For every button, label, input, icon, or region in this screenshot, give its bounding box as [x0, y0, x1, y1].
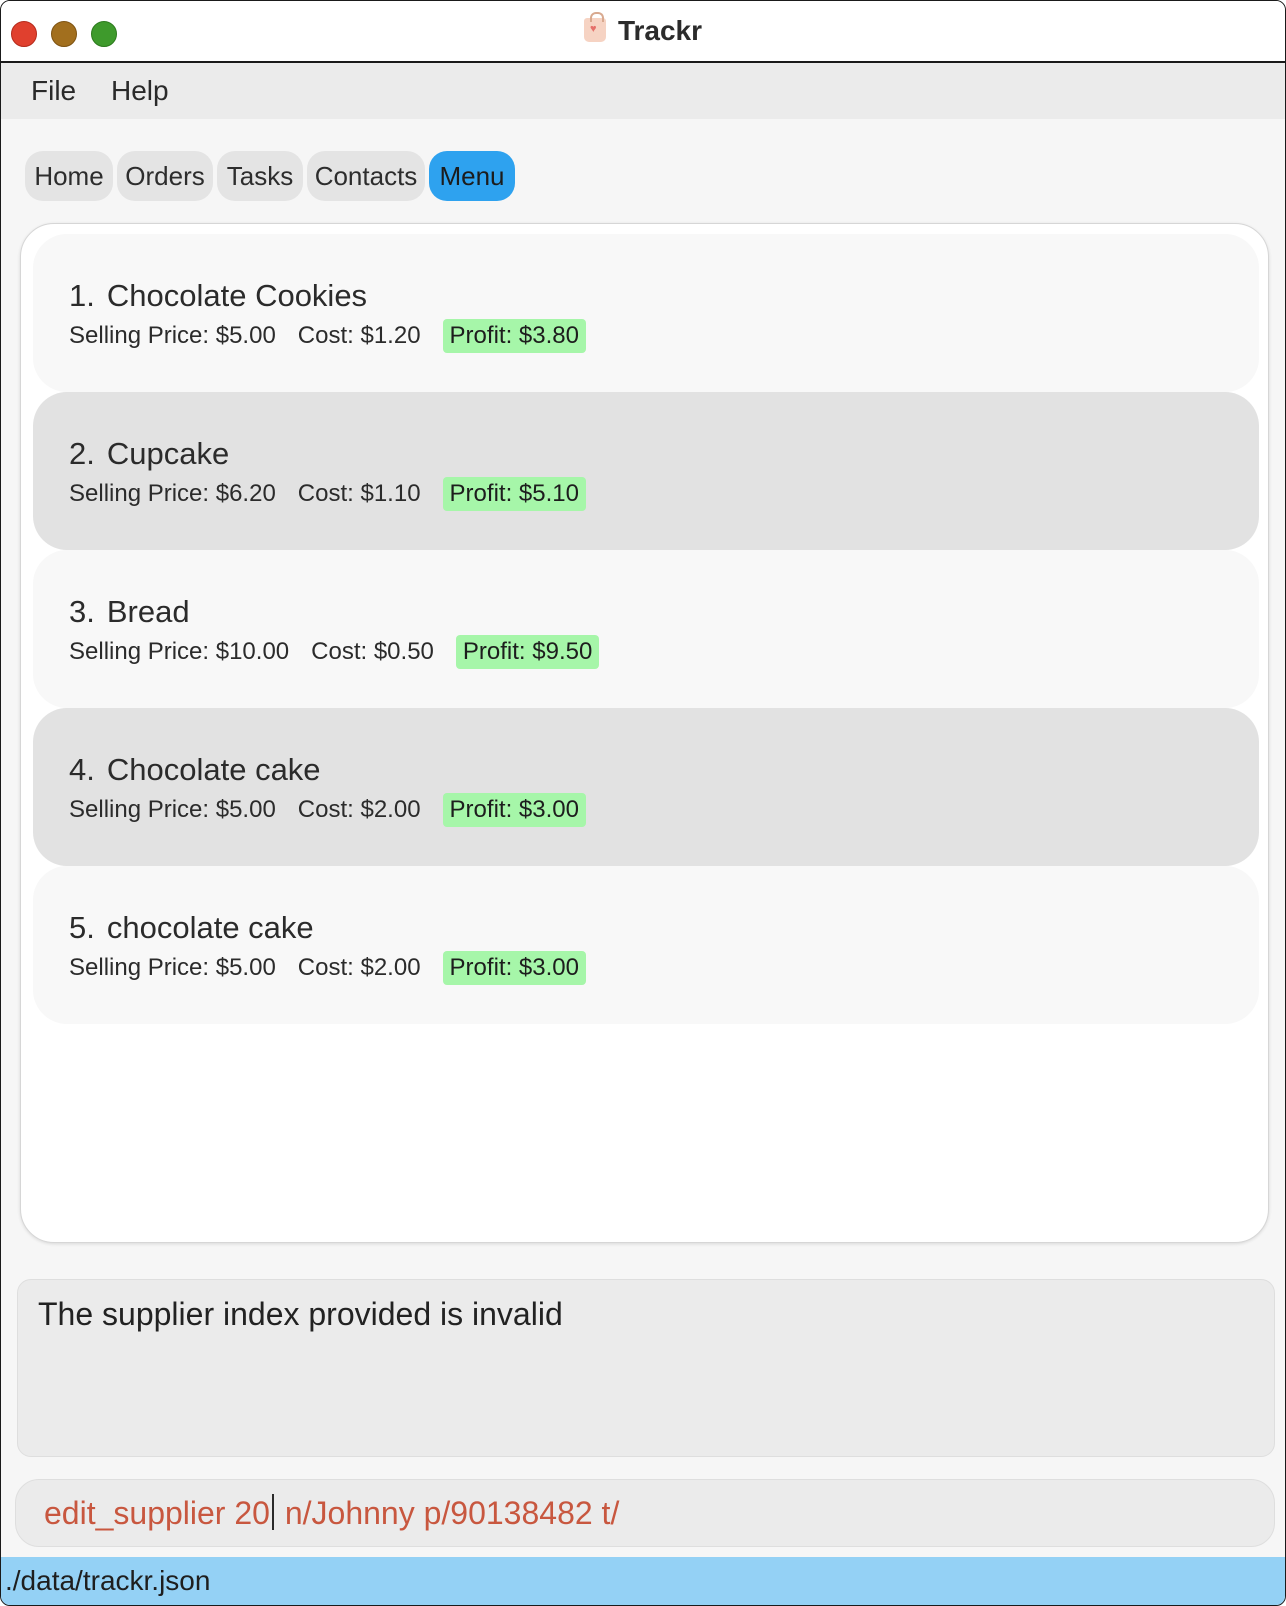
- result-display[interactable]: The supplier index provided is invalid: [17, 1279, 1275, 1457]
- cost: Cost: $1.20: [297, 322, 421, 349]
- list-item[interactable]: 3. Bread Selling Price: $10.00 Cost: $0.5…: [33, 550, 1259, 708]
- shopping-bag-icon: [583, 12, 606, 42]
- command-text-after-cursor: n/Johnny p/90138482 t/: [275, 1495, 620, 1531]
- tab-menu[interactable]: Menu: [429, 151, 515, 201]
- profit-badge: Profit: $3.80: [442, 319, 586, 353]
- cost: Cost: $2.00: [297, 796, 421, 823]
- list-item[interactable]: 2. Cupcake Selling Price: $6.20 Cost: $1.…: [33, 392, 1259, 550]
- item-name: Cupcake: [106, 436, 230, 471]
- profit-badge: Profit: $3.00: [442, 951, 586, 985]
- text-cursor: [271, 1494, 274, 1530]
- item-title: 1. Chocolate Cookies: [69, 278, 367, 314]
- tab-tasks[interactable]: Tasks: [217, 151, 303, 201]
- cost: Cost: $0.50: [311, 638, 434, 665]
- selling-price: Selling Price: $6.20: [69, 480, 276, 507]
- item-details: Selling Price: $5.00 Cost: $2.00 Profit:…: [69, 792, 586, 828]
- command-input[interactable]: edit_supplier 20 n/Johnny p/90138482 t/: [15, 1479, 1275, 1547]
- item-index: 3.: [69, 594, 95, 629]
- item-details: Selling Price: $5.00 Cost: $1.20 Profit:…: [69, 318, 586, 354]
- data-file-path: ./data/trackr.json: [5, 1565, 211, 1596]
- menu-file[interactable]: File: [31, 75, 76, 107]
- item-index: 1.: [69, 278, 95, 313]
- window-title-area: Trackr: [1, 12, 1285, 47]
- selling-price: Selling Price: $5.00: [69, 954, 276, 981]
- title-bar[interactable]: Trackr: [1, 1, 1285, 63]
- item-title: 2. Cupcake: [69, 436, 229, 472]
- item-title: 3. Bread: [69, 594, 190, 630]
- list-item[interactable]: 5. chocolate cake Selling Price: $5.00 Co…: [33, 866, 1259, 1024]
- command-text-before-cursor: edit_supplier 20: [44, 1495, 270, 1531]
- list-item[interactable]: 1. Chocolate Cookies Selling Price: $5.00…: [33, 234, 1259, 392]
- profit-badge: Profit: $5.10: [442, 477, 586, 511]
- selling-price: Selling Price: $5.00: [69, 796, 276, 823]
- item-name: Chocolate cake: [106, 752, 321, 787]
- profit-badge: Profit: $9.50: [455, 635, 600, 669]
- item-details: Selling Price: $6.20 Cost: $1.10 Profit:…: [69, 476, 586, 512]
- item-details: Selling Price: $5.00 Cost: $2.00 Profit:…: [69, 950, 586, 986]
- item-name: Chocolate Cookies: [106, 278, 368, 313]
- item-title: 5. chocolate cake: [69, 910, 314, 946]
- cost: Cost: $1.10: [297, 480, 421, 507]
- status-bar: ./data/trackr.json: [1, 1557, 1285, 1605]
- tab-orders[interactable]: Orders: [117, 151, 213, 201]
- result-message: The supplier index provided is invalid: [38, 1296, 563, 1332]
- app-window: Trackr File Help Home Orders Tasks Conta…: [0, 0, 1286, 1606]
- item-name: chocolate cake: [106, 910, 314, 945]
- list-item[interactable]: 4. Chocolate cake Selling Price: $5.00 Co…: [33, 708, 1259, 866]
- item-details: Selling Price: $10.00 Cost: $0.50 Profit…: [69, 634, 600, 670]
- selling-price: Selling Price: $5.00: [69, 322, 276, 349]
- item-title: 4. Chocolate cake: [69, 752, 321, 788]
- window-title: Trackr: [617, 15, 703, 46]
- item-name: Bread: [106, 594, 190, 629]
- item-index: 5.: [69, 910, 95, 945]
- selling-price: Selling Price: $10.00: [69, 638, 290, 665]
- command-text: edit_supplier 20 n/Johnny p/90138482 t/: [44, 1494, 619, 1532]
- tab-home[interactable]: Home: [25, 151, 113, 201]
- menu-help[interactable]: Help: [111, 75, 169, 107]
- menu-bar: File Help: [1, 63, 1285, 119]
- menu-item-list[interactable]: 1. Chocolate Cookies Selling Price: $5.00…: [20, 223, 1269, 1243]
- tab-contacts[interactable]: Contacts: [307, 151, 425, 201]
- item-index: 2.: [69, 436, 95, 471]
- cost: Cost: $2.00: [297, 954, 421, 981]
- profit-badge: Profit: $3.00: [442, 793, 586, 827]
- item-index: 4.: [69, 752, 95, 787]
